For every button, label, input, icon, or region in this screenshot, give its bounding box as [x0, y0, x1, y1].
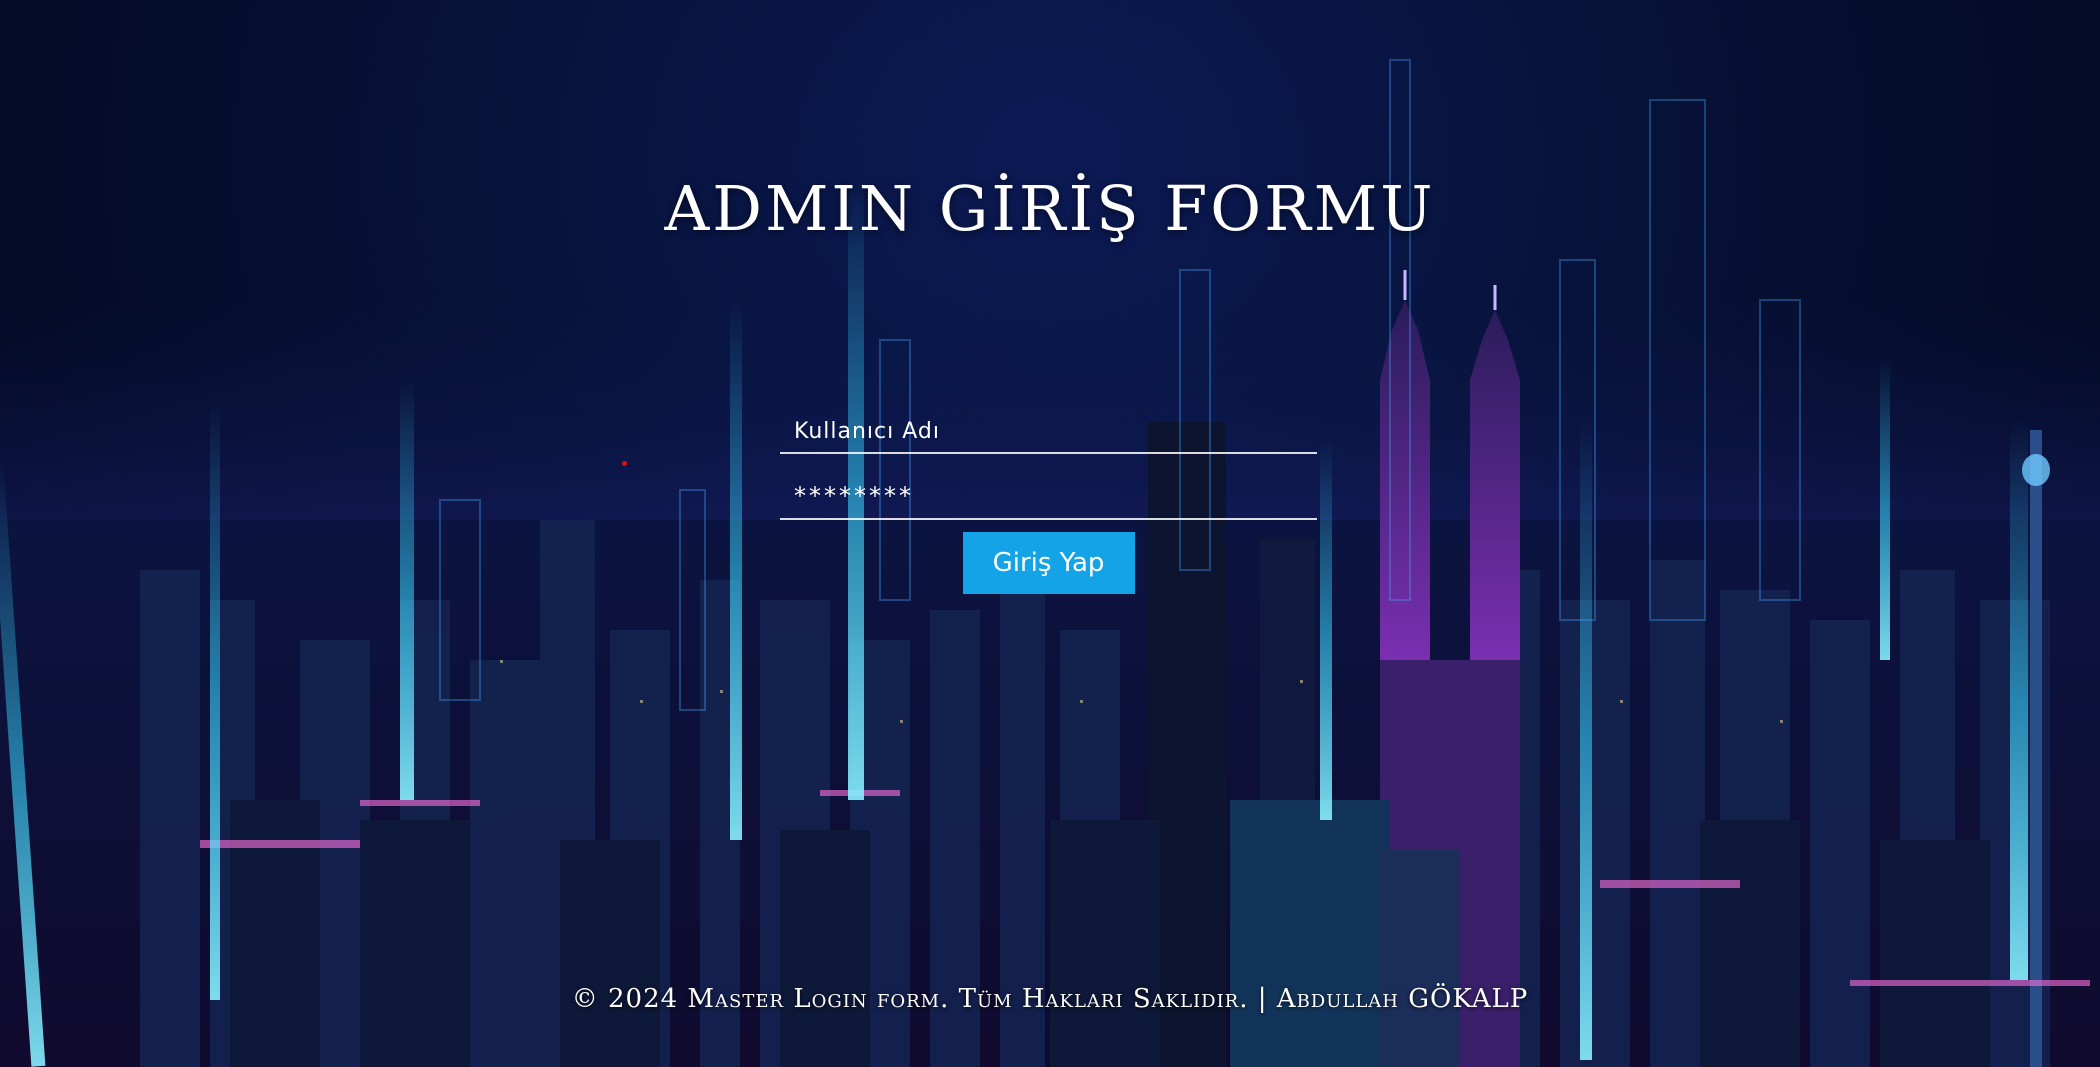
footer-copyright: © 2024 Master Login form. Tüm Hakları Sa…	[571, 984, 1529, 1014]
login-button[interactable]: Giriş Yap	[962, 532, 1135, 594]
password-field-wrapper	[780, 466, 1317, 520]
login-form: Giriş Yap	[780, 400, 1317, 594]
username-input[interactable]	[780, 419, 1317, 444]
username-field-wrapper	[780, 400, 1317, 454]
red-indicator-dot	[622, 461, 627, 466]
page-title: ADMIN GİRİŞ FORMU	[664, 171, 1436, 245]
button-row: Giriş Yap	[780, 532, 1317, 594]
password-input[interactable]	[780, 482, 1317, 510]
